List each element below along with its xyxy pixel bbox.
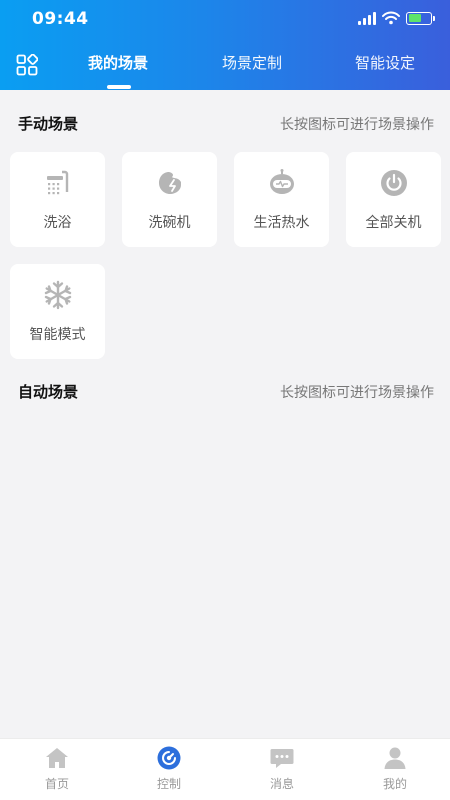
status-time: 09:44	[32, 9, 89, 29]
app-header: 09:44 我的场景 场景定制 智能设定	[0, 0, 450, 90]
nav-label: 我的	[382, 777, 407, 791]
nav-label: 首页	[44, 777, 69, 791]
nav-item-me[interactable]: 我的	[365, 745, 425, 792]
nav-label: 控制	[156, 777, 181, 791]
signal-icon	[358, 11, 376, 25]
nav-label: 消息	[269, 777, 294, 791]
tab-my-scenes[interactable]: 我的场景	[88, 52, 148, 73]
control-icon	[157, 746, 181, 770]
status-icons	[358, 11, 435, 25]
manual-section-hint: 长按图标可进行场景操作	[280, 117, 434, 133]
home-icon	[46, 748, 68, 768]
status-bar: 09:44	[0, 0, 450, 38]
robot-hotwater-icon	[269, 169, 294, 194]
wifi-icon	[382, 11, 400, 25]
manual-section-title: 手动场景	[18, 115, 79, 133]
scene-card-label: 智能模式	[29, 327, 86, 343]
scene-card-label: 生活热水	[253, 215, 310, 231]
grid-menu-icon[interactable]	[16, 54, 38, 76]
dishwasher-icon	[158, 172, 181, 194]
scene-card-all-off[interactable]: 全部关机	[346, 152, 441, 247]
scene-card-shower[interactable]: 洗浴	[10, 152, 105, 247]
auto-section-title: 自动场景	[18, 383, 79, 401]
scene-card-label: 全部关机	[365, 215, 422, 231]
shower-icon	[46, 170, 68, 195]
power-icon	[380, 170, 407, 196]
nav-item-messages[interactable]: 消息	[252, 745, 312, 792]
user-icon	[384, 747, 406, 769]
snowflake-icon	[44, 280, 71, 310]
scene-card-hot-water[interactable]: 生活热水	[234, 152, 329, 247]
scene-card-label: 洗碗机	[148, 215, 191, 231]
tab-scene-custom[interactable]: 场景定制	[222, 52, 282, 73]
auto-section-hint: 长按图标可进行场景操作	[280, 385, 434, 401]
nav-item-control[interactable]: 控制	[139, 745, 199, 792]
message-icon	[270, 749, 294, 768]
tab-indicator	[107, 85, 131, 89]
nav-item-home[interactable]: 首页	[27, 745, 87, 792]
battery-icon	[406, 11, 435, 25]
scene-card-dishwasher[interactable]: 洗碗机	[122, 152, 217, 247]
tab-smart-settings[interactable]: 智能设定	[355, 52, 415, 73]
scene-card-smart-mode[interactable]: 智能模式	[10, 264, 105, 359]
scene-card-label: 洗浴	[43, 215, 72, 231]
bottom-nav: 首页 控制 消息 我的	[0, 738, 450, 800]
